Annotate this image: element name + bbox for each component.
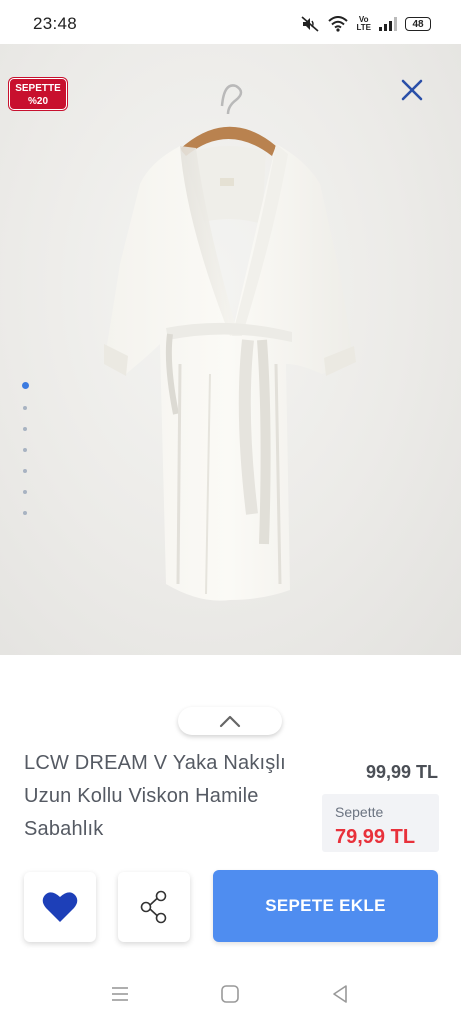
cart-price-box: Sepette 79,99 TL <box>322 794 439 852</box>
product-image <box>104 84 356 601</box>
discount-badge-line1: SEPETTE <box>15 83 61 94</box>
mute-icon <box>300 16 320 32</box>
product-title: LCW DREAM V Yaka Nakışlı Uzun Kollu Visk… <box>24 752 286 840</box>
volte-icon: Vo LTE <box>356 16 371 32</box>
status-time: 23:48 <box>33 14 78 33</box>
gallery-dot[interactable] <box>23 511 27 515</box>
product-price: 99,99 TL <box>365 762 438 782</box>
cart-price: 79,99 TL <box>335 826 416 848</box>
discount-badge: SEPETTE %20 <box>9 78 67 110</box>
gallery-dot[interactable] <box>23 406 27 410</box>
add-to-cart-button[interactable]: SEPETE EKLE <box>213 870 438 942</box>
gallery-dot[interactable] <box>23 448 27 452</box>
home-icon <box>221 985 239 1003</box>
product-image-gallery[interactable]: SEPETTE %20 <box>0 44 461 655</box>
status-icons: Vo LTE 48 <box>300 14 431 34</box>
signal-icon <box>379 17 397 31</box>
share-icon <box>140 890 167 924</box>
recent-apps-button[interactable] <box>108 982 132 1006</box>
share-button[interactable] <box>118 872 190 942</box>
favorite-button[interactable] <box>24 872 96 942</box>
close-icon <box>401 79 423 101</box>
expand-details-button[interactable] <box>178 707 282 735</box>
gallery-dot[interactable] <box>23 427 27 431</box>
home-button[interactable] <box>218 982 242 1006</box>
gallery-dot[interactable] <box>23 490 27 494</box>
back-button[interactable] <box>328 982 352 1006</box>
system-nav-bar <box>0 960 461 1024</box>
chevron-up-icon <box>219 715 241 728</box>
heart-icon <box>42 892 78 922</box>
menu-icon <box>112 987 128 1001</box>
wifi-icon <box>328 16 349 32</box>
volte-bottom: LTE <box>356 23 371 32</box>
close-button[interactable] <box>396 74 428 106</box>
discount-badge-line2: %20 <box>27 96 48 107</box>
status-bar: 23:48 Vo LTE 48 <box>0 0 461 44</box>
battery-icon: 48 <box>405 17 431 31</box>
back-icon <box>333 985 347 1003</box>
cart-price-label: Sepette <box>335 804 384 820</box>
gallery-dot[interactable] <box>21 382 29 389</box>
gallery-dot[interactable] <box>23 469 27 473</box>
gallery-indicator <box>21 382 29 532</box>
